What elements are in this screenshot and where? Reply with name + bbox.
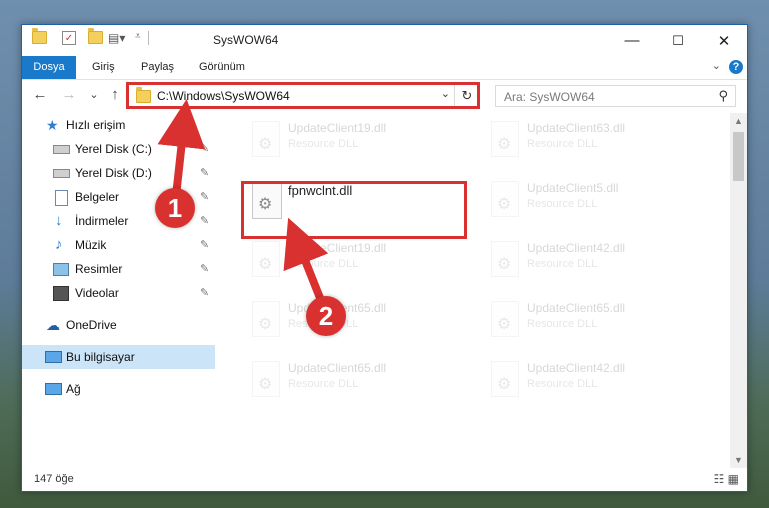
annotation-arrows — [157, 99, 329, 305]
arrow-to-address — [157, 99, 206, 197]
step-marker-2: 2 — [306, 296, 346, 336]
step-marker-1: 1 — [155, 188, 195, 228]
arrow-to-file — [283, 217, 329, 305]
